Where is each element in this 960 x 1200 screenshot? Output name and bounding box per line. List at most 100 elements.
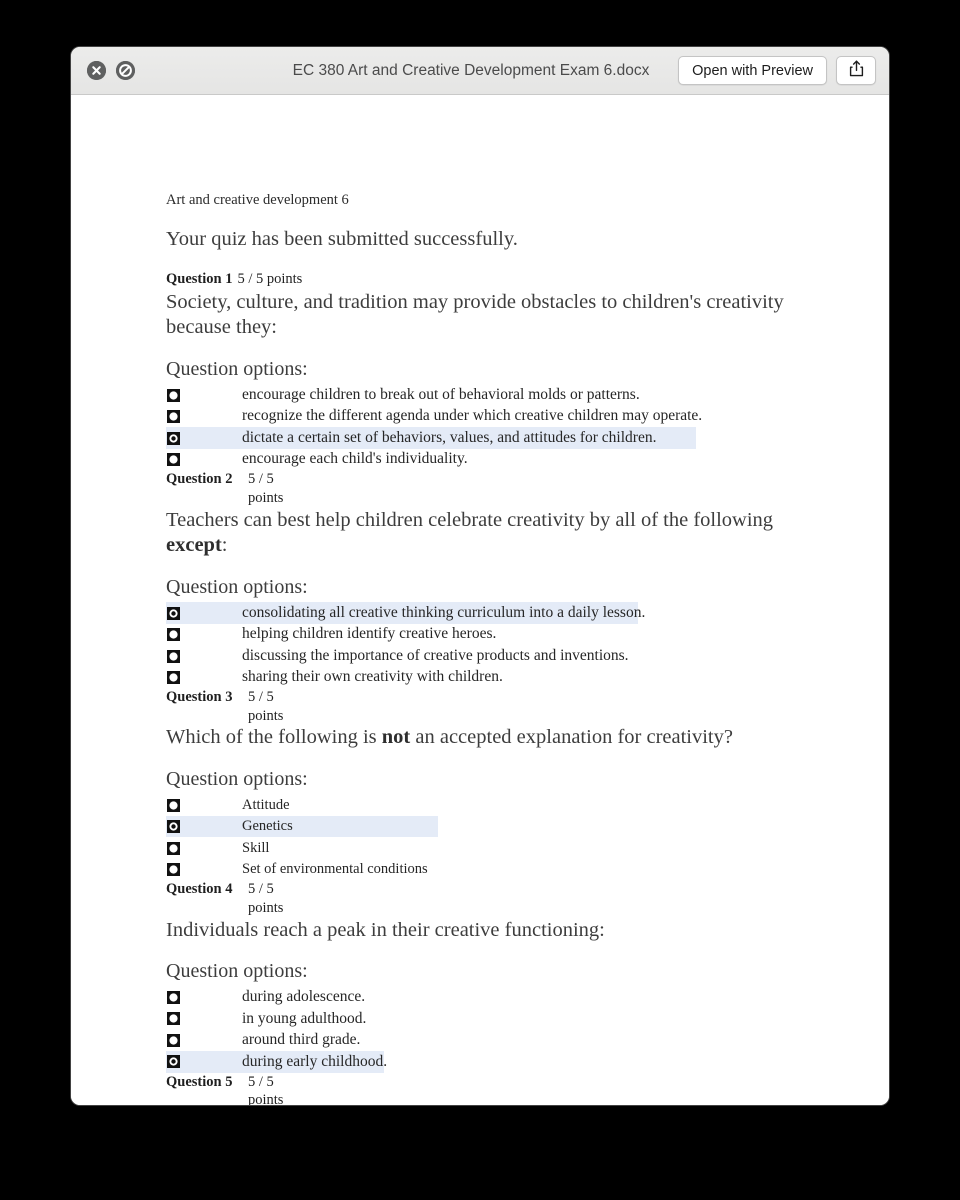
option-row[interactable]: encourage children to break out of behav… [166,384,806,406]
option-label: sharing their own creativity with childr… [242,668,503,686]
question-text-before: Individuals reach a peak in their creati… [166,918,605,941]
question-number: Question 3 [166,689,233,706]
option-row[interactable]: Attitude [166,794,806,816]
radio-unselected-icon[interactable] [167,863,180,877]
question-text: Teachers can best help children celebrat… [166,508,806,560]
radio-selected-icon[interactable] [167,820,180,834]
window-titlebar: EC 380 Art and Creative Development Exam… [71,47,889,95]
question-text: Society, culture, and tradition may prov… [166,290,806,342]
question-block: Question 4 5 / 5 points Individuals reac… [166,880,806,1073]
no-entry-circle-icon[interactable] [116,61,135,80]
question-options-label: Question options: [166,358,308,381]
radio-unselected-icon[interactable] [167,628,180,642]
option-row[interactable]: around third grade. [166,1030,806,1052]
question-block: Question 15 / 5 points Society, culture,… [166,270,806,471]
option-list: during adolescence. in young adulthood. [166,987,806,1073]
radio-unselected-icon[interactable] [167,671,180,685]
question-header: Question 15 / 5 points [166,270,806,289]
option-label: dictate a certain set of behaviors, valu… [242,428,657,446]
option-row[interactable]: Skill [166,837,806,859]
question-emphasis: not [381,726,411,749]
option-label: encourage children to break out of behav… [242,385,640,403]
radio-selected-icon[interactable] [167,431,180,445]
radio-unselected-icon[interactable] [167,1033,180,1047]
question-block: Question 3 5 / 5 points Which of the fol… [166,688,806,880]
option-label: helping children identify creative heroe… [242,625,497,643]
option-row[interactable]: recognize the different agenda under whi… [166,406,806,428]
document-heading: Art and creative development 6 [166,192,349,208]
option-label: encourage each child's individuality. [242,450,468,468]
option-label: during early childhood. [242,1052,388,1070]
option-row-selected[interactable]: dictate a certain set of behaviors, valu… [166,427,696,449]
option-row[interactable]: in young adulthood. [166,1008,806,1030]
close-circle-icon[interactable] [87,61,106,80]
question-options-label: Question options: [166,960,308,983]
radio-unselected-icon[interactable] [167,798,180,812]
option-row[interactable]: during adolescence. [166,987,806,1009]
radio-unselected-icon[interactable] [167,410,180,424]
titlebar-actions: Open with Preview [678,56,876,85]
question-text: Which of the following is not an accepte… [166,725,806,751]
radio-unselected-icon[interactable] [167,1012,180,1026]
question-header: Question 3 5 / 5 points [166,688,806,725]
question-emphasis: except [166,534,222,557]
radio-selected-icon[interactable] [167,606,180,620]
open-with-preview-button[interactable]: Open with Preview [678,56,827,85]
question-header: Question 5 5 / 5 points [166,1073,806,1105]
question-header: Question 4 5 / 5 points [166,880,806,917]
question-text-before: Which of the following is [166,726,382,749]
question-points: 5 / 5 points [248,881,284,917]
question-text-after: : [221,534,228,557]
submission-message: Your quiz has been submitted successfull… [166,228,518,251]
share-icon [849,60,864,82]
option-row-selected[interactable]: Genetics [166,815,438,838]
option-label: consolidating all creative thinking curr… [242,603,646,621]
document-page: Art and creative development 6 Your quiz… [71,95,889,1105]
quicklook-window: EC 380 Art and Creative Development Exam… [71,47,889,1105]
question-text-before: Society, culture, and tradition may prov… [166,290,784,339]
option-label: Set of environmental conditions [242,861,428,878]
option-row[interactable]: discussing the importance of creative pr… [166,645,806,667]
option-label: in young adulthood. [242,1009,367,1027]
option-label: Attitude [242,796,290,813]
option-list: Attitude Genetics Skill Set of environme… [166,794,806,880]
question-text-after: an accepted explanation for creativity? [410,726,733,749]
question-number: Question 5 [166,1073,233,1090]
radio-unselected-icon[interactable] [167,841,180,855]
option-label: discussing the importance of creative pr… [242,646,629,664]
option-row[interactable]: Set of environmental conditions [166,859,806,881]
question-text-before: Teachers can best help children celebrat… [166,508,774,531]
question-points: 5 / 5 points [248,471,284,506]
option-label: Skill [242,839,270,856]
radio-unselected-icon[interactable] [167,388,180,402]
option-list: encourage children to break out of behav… [166,384,806,470]
option-row[interactable]: helping children identify creative heroe… [166,624,806,646]
radio-unselected-icon[interactable] [167,990,180,1004]
option-row[interactable]: sharing their own creativity with childr… [166,667,806,689]
question-block: Question 2 5 / 5 points Teachers can bes… [166,470,806,688]
share-button[interactable] [836,56,876,85]
radio-selected-icon[interactable] [167,1055,180,1069]
window-controls [87,61,135,80]
question-number: Question 4 [166,881,233,898]
option-label: recognize the different agenda under whi… [242,407,703,425]
question-block: Question 5 5 / 5 points A psychologicall… [166,1073,806,1105]
question-header: Question 2 5 / 5 points [166,470,806,507]
option-row-selected[interactable]: consolidating all creative thinking curr… [166,602,645,624]
radio-unselected-icon[interactable] [167,453,180,467]
question-points: 5 / 5 points [248,1073,284,1105]
question-options-label: Question options: [166,768,308,791]
question-options-label: Question options: [166,576,308,599]
question-number: Question 2 [166,471,233,488]
question-points: 5 / 5 points [248,689,284,724]
option-row[interactable]: encourage each child's individuality. [166,449,806,471]
document-body: Art and creative development 6 Your quiz… [166,191,806,1105]
option-list: consolidating all creative thinking curr… [166,602,806,688]
question-number: Question 1 [166,270,233,287]
question-points: 5 / 5 points [237,270,303,287]
option-row-selected[interactable]: during early childhood. [166,1051,388,1073]
radio-unselected-icon[interactable] [167,649,180,663]
option-label: Genetics [242,818,293,835]
question-text: Individuals reach a peak in their creati… [166,918,806,944]
option-label: around third grade. [242,1031,361,1049]
